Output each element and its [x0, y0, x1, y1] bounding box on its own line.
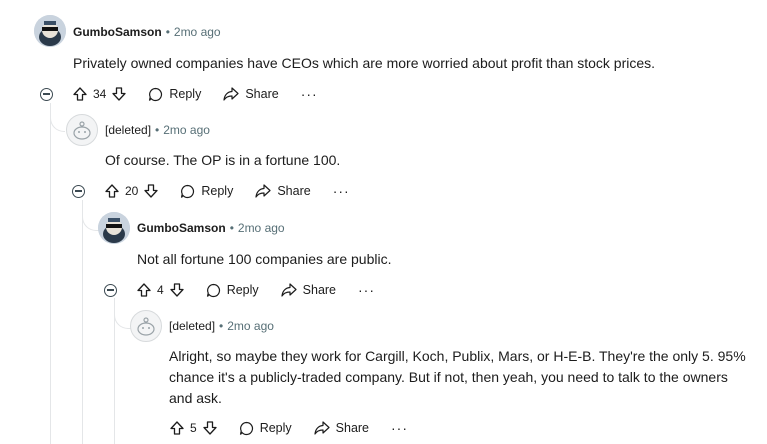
comment-body-line: Alright, so maybe they work for Cargill,…: [169, 348, 746, 364]
share-button[interactable]: Share: [281, 283, 336, 297]
share-icon: [314, 421, 330, 435]
thread-connector: [50, 103, 65, 132]
share-icon: [281, 283, 297, 297]
vote-count: 5: [190, 421, 197, 435]
downvote-icon[interactable]: [203, 421, 217, 435]
timestamp[interactable]: 2mo ago: [174, 25, 221, 39]
comment-actions: 20 Reply Share ···: [72, 179, 350, 203]
avatar[interactable]: [98, 212, 130, 244]
upvote-icon[interactable]: [170, 421, 184, 435]
comment-body: Privately owned companies have CEOs whic…: [73, 55, 656, 71]
more-options-button[interactable]: ···: [358, 283, 375, 297]
reply-icon: [239, 421, 253, 435]
deleted-snoo-icon: [137, 317, 155, 336]
avatar: [66, 114, 98, 146]
comment-body: Not all fortune 100 companies are public…: [137, 251, 392, 267]
vote-group: 20: [105, 184, 159, 198]
collapse-thread-button[interactable]: [40, 87, 53, 101]
more-options-button[interactable]: ···: [301, 87, 318, 101]
timestamp[interactable]: 2mo ago: [238, 221, 285, 235]
vote-count: 20: [125, 184, 139, 198]
downvote-icon[interactable]: [144, 184, 159, 198]
author-link[interactable]: GumboSamson: [73, 25, 162, 39]
share-button[interactable]: Share: [255, 184, 311, 198]
thread-line: [82, 200, 83, 444]
more-options-button[interactable]: ···: [333, 184, 350, 198]
vote-group: 4: [137, 283, 184, 297]
reply-icon: [206, 283, 220, 297]
comment-meta: GumboSamson • 2mo ago: [73, 25, 221, 39]
timestamp[interactable]: 2mo ago: [227, 319, 274, 333]
vote-group: 34: [73, 87, 127, 101]
snoo-avatar-icon: [98, 212, 130, 244]
downvote-icon[interactable]: [170, 283, 184, 297]
comment-actions: 5 Reply Share ···: [170, 416, 408, 440]
deleted-snoo-icon: [73, 121, 91, 140]
vote-count: 34: [93, 87, 107, 101]
avatar: [130, 310, 162, 342]
more-options-button[interactable]: ···: [391, 421, 408, 435]
vote-group: 5: [170, 421, 217, 435]
reply-button[interactable]: Reply: [206, 283, 259, 298]
author-label: [deleted]: [169, 319, 216, 333]
collapse-thread-button[interactable]: [104, 283, 117, 297]
reply-button[interactable]: Reply: [180, 184, 233, 199]
author-link[interactable]: GumboSamson: [137, 221, 226, 235]
reply-icon: [149, 87, 163, 101]
comment-meta: [deleted] • 2mo ago: [169, 319, 274, 333]
upvote-icon[interactable]: [137, 283, 151, 297]
vote-count: 4: [157, 283, 164, 297]
share-button[interactable]: Share: [223, 87, 279, 101]
comment-actions: 4 Reply Share ···: [104, 278, 375, 302]
share-button[interactable]: Share: [314, 421, 369, 435]
share-icon: [223, 87, 239, 101]
reply-button[interactable]: Reply: [239, 421, 292, 436]
avatar[interactable]: [34, 15, 66, 47]
comment-meta: [deleted] • 2mo ago: [105, 123, 210, 137]
reply-icon: [181, 184, 195, 198]
collapse-thread-button[interactable]: [72, 184, 85, 198]
author-label: [deleted]: [105, 123, 152, 137]
timestamp[interactable]: 2mo ago: [163, 123, 210, 137]
comment-body-line: and ask.: [169, 390, 222, 406]
downvote-icon[interactable]: [112, 87, 127, 101]
share-icon: [255, 184, 271, 198]
comment-actions: 34 Reply Share ···: [40, 82, 318, 106]
thread-connector: [114, 298, 131, 329]
upvote-icon[interactable]: [73, 87, 87, 101]
reply-button[interactable]: Reply: [148, 87, 201, 102]
comment-meta: GumboSamson • 2mo ago: [137, 221, 285, 235]
upvote-icon[interactable]: [105, 184, 119, 198]
comment-body: Of course. The OP is in a fortune 100.: [105, 152, 341, 168]
thread-line: [50, 103, 51, 444]
snoo-avatar-icon: [34, 15, 66, 47]
comment-body-line: chance it's a publicly-traded company. B…: [169, 369, 728, 385]
comment-body: Alright, so maybe they work for Cargill,…: [169, 346, 746, 409]
